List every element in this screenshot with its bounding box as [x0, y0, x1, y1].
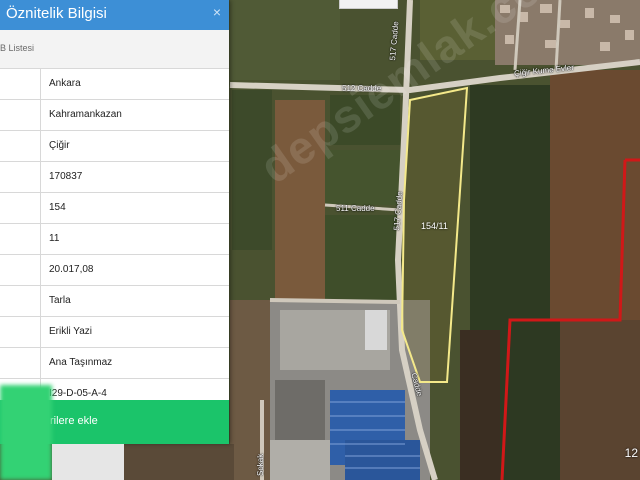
road-label-511-cadde: 511 Cadde: [336, 204, 375, 213]
add-button-label: rilere ekle: [50, 415, 98, 427]
attribute-key-cell: [0, 69, 41, 99]
attribute-panel: Öznitelik Bilgisi × B Listesi Ankara Kah…: [0, 0, 229, 444]
attribute-row-ada: 154: [0, 193, 229, 224]
attribute-value: 154: [49, 202, 66, 213]
scale-label: 12: [624, 446, 638, 460]
attribute-row-parsel: 11: [0, 224, 229, 255]
attribute-value: 20.017,08: [49, 264, 94, 275]
attribute-key-cell: [0, 317, 41, 347]
road-label-bottom-sokak: Sokak: [256, 453, 265, 476]
close-icon[interactable]: ×: [213, 4, 221, 20]
attribute-row-ilce: Kahramankazan: [0, 100, 229, 131]
panel-title: Öznitelik Bilgisi: [6, 5, 107, 22]
attribute-value: Erikli Yazi: [49, 326, 92, 337]
attribute-value: Tarla: [49, 295, 71, 306]
attribute-row-mahalle: Çiğir: [0, 131, 229, 162]
attribute-row-mahalle-no: 170837: [0, 162, 229, 193]
list-title: B Listesi: [0, 43, 35, 53]
attribute-key-cell: [0, 162, 41, 192]
parcel-label: 154/11: [421, 221, 448, 231]
attribute-value: 170837: [49, 171, 83, 182]
bottom-strip: [52, 444, 124, 480]
attribute-value: Kahramankazan: [49, 109, 122, 120]
attribute-row-alan: 20.017,08: [0, 255, 229, 286]
attribute-value: I29-D-05-A-4: [49, 388, 107, 399]
attribute-key-cell: [0, 286, 41, 316]
attribute-value: Çiğir: [49, 140, 70, 151]
map-toolbar-strip[interactable]: [339, 0, 398, 9]
attribute-key-cell: [0, 224, 41, 254]
attribute-row-il: Ankara: [0, 69, 229, 100]
attribute-row-zemin-tipi: Ana Taşınmaz: [0, 348, 229, 379]
attribute-row-nitelik: Tarla: [0, 286, 229, 317]
side-tab[interactable]: [0, 385, 52, 480]
attribute-key-cell: [0, 131, 41, 161]
attribute-key-cell: [0, 100, 41, 130]
attribute-key-cell: [0, 255, 41, 285]
attribute-value: Ankara: [49, 78, 81, 89]
attribute-key-cell: [0, 348, 41, 378]
panel-header: Öznitelik Bilgisi ×: [0, 0, 229, 30]
attribute-key-cell: [0, 193, 41, 223]
attribute-value: 11: [49, 233, 60, 244]
attribute-row-mevkii: Erikli Yazi: [0, 317, 229, 348]
attribute-value: Ana Taşınmaz: [49, 357, 113, 368]
list-title-row: B Listesi: [0, 30, 229, 69]
